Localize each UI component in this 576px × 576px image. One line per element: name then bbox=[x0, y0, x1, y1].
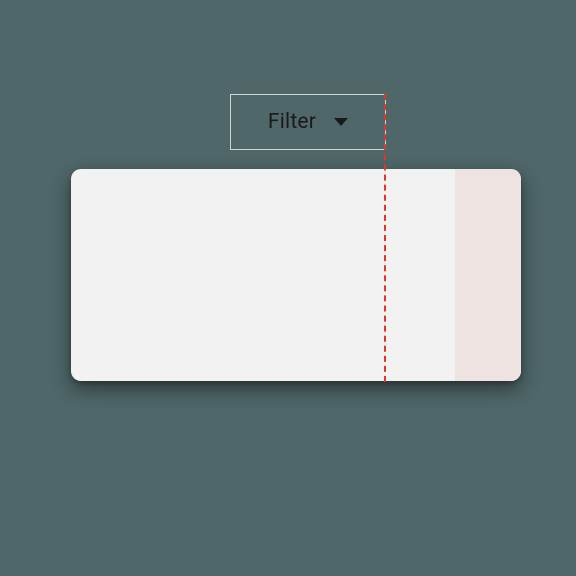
filter-dropdown-button[interactable]: Filter bbox=[230, 94, 386, 150]
chevron-down-icon bbox=[334, 118, 348, 126]
misalignment-highlight bbox=[455, 169, 521, 381]
popover-panel bbox=[71, 169, 521, 381]
filter-label: Filter bbox=[268, 110, 316, 134]
dropdown-panel bbox=[71, 169, 521, 381]
